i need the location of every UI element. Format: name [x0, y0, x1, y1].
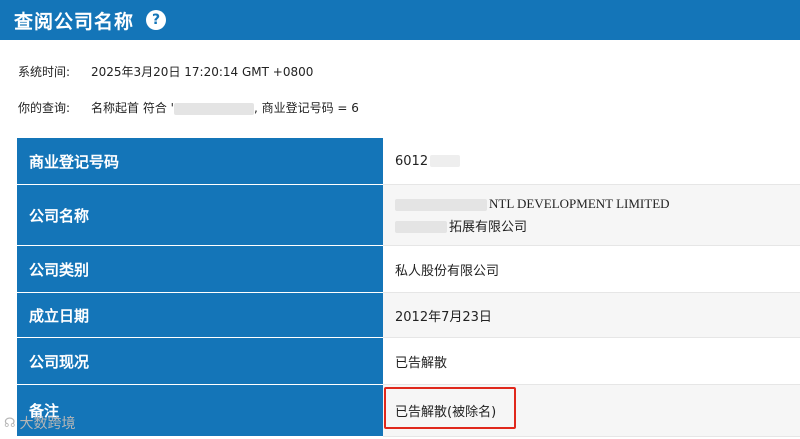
company-type: 私人股份有限公司 [395, 263, 500, 279]
row-value: 6012 [383, 138, 800, 185]
table-row: 公司类别 私人股份有限公司 [17, 246, 800, 293]
company-name-en: NTL DEVELOPMENT LIMITED [489, 195, 670, 211]
row-value: NTL DEVELOPMENT LIMITED 拓展有限公司 [383, 185, 800, 246]
redacted-block [173, 102, 254, 115]
company-status: 已告解散 [395, 355, 448, 371]
system-time-value: 2025年3月20日 17:20:14 GMT +0800 [91, 65, 314, 79]
row-label: 公司名称 [17, 185, 383, 246]
incorporation-date: 2012年7月23日 [395, 309, 492, 325]
query-value: 名称起首 符合 ' , 商业登记号码 = 6 [91, 99, 359, 116]
query-row: 你的查询: 名称起首 符合 ' , 商业登记号码 = 6 [18, 99, 359, 116]
row-label: 公司现况 [17, 338, 383, 385]
company-name-zh: 拓展有限公司 [449, 219, 528, 235]
table-row: 商业登记号码 6012 [17, 138, 800, 185]
redacted-block [430, 155, 461, 167]
redacted-block [395, 221, 447, 233]
table-row: 公司现况 已告解散 [17, 338, 800, 385]
system-time-row: 系统时间: 2025年3月20日 17:20:14 GMT +0800 [18, 63, 313, 80]
row-value: 2012年7月23日 [383, 293, 800, 338]
row-value: 私人股份有限公司 [383, 246, 800, 293]
query-suffix: , 商业登记号码 = 6 [253, 101, 359, 115]
row-label: 商业登记号码 [17, 138, 383, 185]
redacted-block [395, 198, 487, 211]
page-title: 查阅公司名称 [14, 10, 135, 33]
row-value: 已告解散 [383, 338, 800, 385]
query-label: 你的查询: [18, 101, 71, 115]
watermark-logo-icon: ☊ [4, 415, 16, 431]
query-prefix: 名称起首 符合 ' [91, 101, 174, 115]
watermark: ☊ 大数跨境 [4, 413, 76, 433]
table-row: 成立日期 2012年7月23日 [17, 293, 800, 338]
registration-number: 6012 [395, 153, 429, 169]
system-time-label: 系统时间: [18, 65, 71, 79]
table-row: 公司名称 NTL DEVELOPMENT LIMITED 拓展有限公司 [17, 185, 800, 246]
remarks-highlight-box [384, 387, 516, 429]
watermark-text: 大数跨境 [19, 416, 76, 432]
page-header: 查阅公司名称 ? [0, 0, 800, 40]
row-label: 成立日期 [17, 293, 383, 338]
help-icon[interactable]: ? [146, 10, 167, 30]
row-label: 公司类别 [17, 246, 383, 293]
